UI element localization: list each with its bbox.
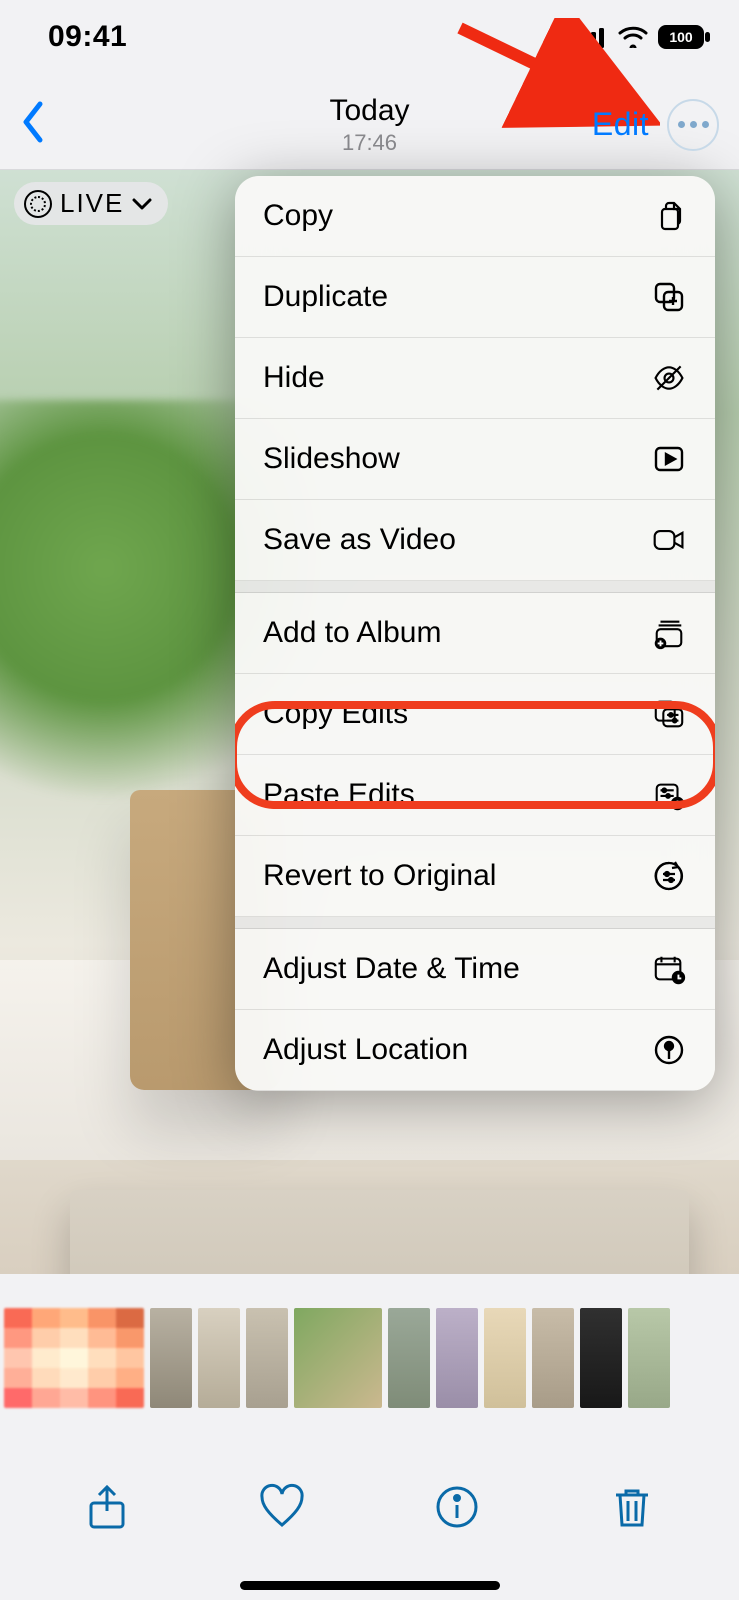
thumbnail[interactable]	[580, 1308, 622, 1408]
calendar-icon	[651, 951, 687, 987]
thumbnail[interactable]	[436, 1308, 478, 1408]
location-pin-icon	[651, 1032, 687, 1068]
status-indicators: 100	[575, 24, 711, 50]
menu-item-label: Add to Album	[263, 616, 441, 650]
thumbnail[interactable]	[628, 1308, 670, 1408]
play-rect-icon	[651, 441, 687, 477]
cellular-icon	[575, 26, 609, 48]
live-label: LIVE	[60, 188, 124, 219]
status-time: 09:41	[48, 20, 127, 54]
menu-separator	[235, 581, 715, 593]
wifi-icon	[617, 26, 649, 48]
menu-item-copy[interactable]: Copy	[235, 176, 715, 257]
menu-item-label: Adjust Date & Time	[263, 952, 520, 986]
status-bar: 09:41 100	[0, 0, 739, 60]
chevron-down-icon	[132, 197, 152, 211]
live-icon	[24, 190, 52, 218]
menu-item-label: Slideshow	[263, 442, 400, 476]
album-add-icon	[651, 615, 687, 651]
bottom-toolbar	[0, 1454, 739, 1564]
thumbnail-scrubber[interactable]	[0, 1308, 739, 1408]
battery-icon: 100	[657, 24, 711, 50]
menu-item-adjust-location[interactable]: Adjust Location	[235, 1010, 715, 1091]
thumbnail[interactable]	[4, 1308, 144, 1408]
thumbnail-selected[interactable]	[294, 1308, 382, 1408]
menu-item-label: Duplicate	[263, 280, 388, 314]
paste-edits-icon	[651, 777, 687, 813]
delete-button[interactable]	[608, 1483, 656, 1536]
share-button[interactable]	[83, 1483, 131, 1536]
home-indicator	[240, 1581, 500, 1590]
thumbnail[interactable]	[532, 1308, 574, 1408]
menu-item-slideshow[interactable]: Slideshow	[235, 419, 715, 500]
edit-button[interactable]: Edit	[592, 106, 649, 143]
menu-item-add-album[interactable]: Add to Album	[235, 593, 715, 674]
ellipsis-icon	[678, 121, 709, 128]
menu-item-revert[interactable]: Revert to Original	[235, 836, 715, 917]
nav-bar: Today 17:46 Edit	[0, 80, 739, 170]
svg-text:100: 100	[669, 29, 693, 45]
menu-separator	[235, 917, 715, 929]
menu-item-label: Hide	[263, 361, 325, 395]
menu-item-save-video[interactable]: Save as Video	[235, 500, 715, 581]
info-button[interactable]	[433, 1483, 481, 1536]
menu-item-adjust-date[interactable]: Adjust Date & Time	[235, 929, 715, 1010]
menu-item-label: Revert to Original	[263, 859, 496, 893]
menu-item-label: Adjust Location	[263, 1033, 468, 1067]
duplicate-icon	[651, 279, 687, 315]
menu-item-duplicate[interactable]: Duplicate	[235, 257, 715, 338]
video-camera-icon	[651, 522, 687, 558]
back-button[interactable]	[20, 100, 46, 149]
menu-item-label: Save as Video	[263, 523, 456, 557]
menu-item-hide[interactable]: Hide	[235, 338, 715, 419]
thumbnail[interactable]	[246, 1308, 288, 1408]
copy-edits-icon	[651, 696, 687, 732]
thumbnail[interactable]	[198, 1308, 240, 1408]
menu-item-label: Copy Edits	[263, 697, 408, 731]
eye-slash-icon	[651, 360, 687, 396]
copy-icon	[651, 198, 687, 234]
menu-item-copy-edits[interactable]: Copy Edits	[235, 674, 715, 755]
favorite-button[interactable]	[258, 1483, 306, 1536]
menu-item-label: Paste Edits	[263, 778, 415, 812]
revert-icon	[651, 858, 687, 894]
thumbnail[interactable]	[484, 1308, 526, 1408]
thumbnail[interactable]	[150, 1308, 192, 1408]
context-menu: Copy Duplicate Hide Slideshow Save as Vi…	[235, 176, 715, 1091]
menu-item-paste-edits[interactable]: Paste Edits	[235, 755, 715, 836]
live-photo-badge[interactable]: LIVE	[14, 182, 168, 225]
menu-item-label: Copy	[263, 199, 333, 233]
more-button[interactable]	[667, 99, 719, 151]
thumbnail[interactable]	[388, 1308, 430, 1408]
